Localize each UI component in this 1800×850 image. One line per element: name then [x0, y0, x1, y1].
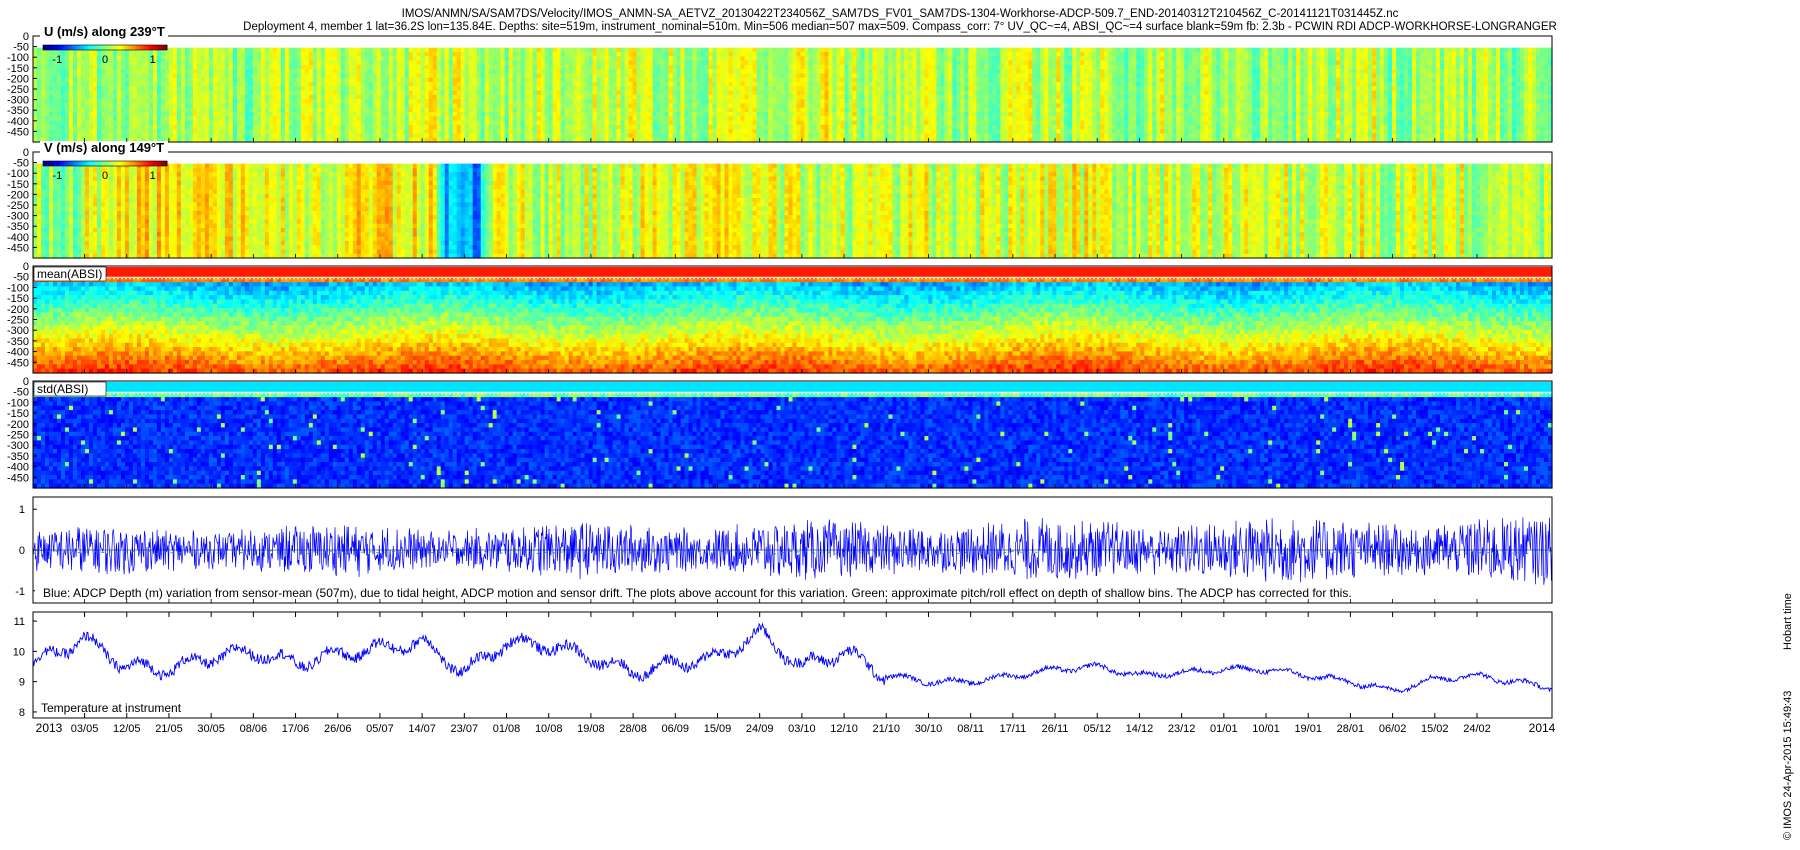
colorbar-tick-label: -1: [52, 170, 62, 182]
y-axis-0: 0-50-100-150-200-250-300-350-400-450: [7, 31, 37, 138]
x-tick-label: 21/10: [872, 723, 900, 735]
chart-canvas: 0-50-100-150-200-250-300-350-400-450-1 0 1…: [0, 0, 1800, 850]
panel-title-1: V (m/s) along 149°T: [44, 140, 164, 155]
std-top-band: [33, 382, 1552, 392]
x-year-end: 2014: [1529, 721, 1556, 735]
x-tick-label: 12/10: [830, 723, 858, 735]
panel-title-0: U (m/s) along 239°T: [44, 24, 165, 39]
x-tick-label: 28/01: [1337, 723, 1365, 735]
y-tick-label: 8: [19, 707, 25, 719]
colorbar-tick-label: 0: [102, 54, 108, 66]
x-tick-label: 17/06: [282, 723, 310, 735]
x-tick-label: 28/08: [619, 723, 647, 735]
x-tick-label: 12/05: [113, 723, 141, 735]
heatmap-3: [33, 382, 1553, 489]
x-tick-label: 01/08: [493, 723, 521, 735]
x-tick-label: 03/10: [788, 723, 816, 735]
x-tick-label: 30/05: [197, 723, 225, 735]
x-tick-label: 21/05: [155, 723, 183, 735]
panel-title-box-2: mean(ABSI): [34, 267, 106, 281]
x-tick-label: 19/01: [1294, 723, 1322, 735]
x-tick-label: 06/02: [1379, 723, 1407, 735]
x-tick-label: 10/08: [535, 723, 563, 735]
x-tick-label: 14/12: [1126, 723, 1154, 735]
temperature-series: [33, 624, 1552, 693]
colorbar-0: -1 0 1 U (m/s) along 239°T: [40, 24, 168, 66]
y-axis-3: 0-50-100-150-200-250-300-350-400-450: [7, 376, 37, 484]
y-tick-label: -450: [7, 472, 29, 484]
y-tick-label: -450: [7, 242, 29, 254]
x-tick-label: 08/11: [957, 723, 984, 735]
y-tick-label: 10: [13, 646, 25, 658]
credit-label: © IMOS 24-Apr-2015 15:49:43: [1782, 691, 1794, 840]
panel-title-box-3: std(ABSI): [34, 382, 106, 396]
panel-title-2: mean(ABSI): [37, 267, 102, 281]
x-tick-label: 26/06: [324, 723, 352, 735]
depth-annotation: Blue: ADCP Depth (m) variation from sens…: [43, 586, 1352, 600]
x-tick-label: 15/09: [704, 723, 732, 735]
x-tick-label: 17/11: [999, 723, 1026, 735]
y-axis-1: 0-50-100-150-200-250-300-350-400-450: [7, 147, 37, 254]
x-tick-label: 14/07: [408, 723, 436, 735]
depth-variation-series: [33, 517, 1552, 585]
pitch-roll-series: [33, 550, 1552, 554]
y-tick-label: -450: [7, 357, 29, 369]
colorbar-tick-label: 1: [150, 54, 156, 66]
colorbar-tick-label: 1: [150, 170, 156, 182]
colorbar-tick-label: -1: [52, 54, 62, 66]
x-tick-label: 08/06: [240, 723, 268, 735]
heatmap-0: [33, 48, 1553, 143]
x-tick-label: 06/09: [662, 723, 690, 735]
x-tick-label: 24/09: [746, 723, 774, 735]
y-tick-label: 11: [14, 616, 25, 628]
y-axis-2: 0-50-100-150-200-250-300-350-400-450: [7, 261, 37, 369]
panel-title-3: std(ABSI): [37, 382, 88, 396]
y-tick-label: 9: [19, 677, 25, 689]
x-tick-label: 10/01: [1252, 723, 1280, 735]
colorbar-1: -1 0 1 V (m/s) along 149°T: [40, 140, 168, 182]
colorbar-tick-label: 0: [102, 170, 108, 182]
x-year-start: 2013: [36, 721, 63, 735]
heatmap-2: [33, 267, 1553, 374]
x-tick-label: 01/01: [1210, 723, 1238, 735]
x-tick-label: 05/07: [366, 723, 394, 735]
credit-label-wrap: © IMOS 24-Apr-2015 15:49:43: [1782, 420, 1796, 840]
x-tick-label: 30/10: [915, 723, 943, 735]
x-tick-label: 23/12: [1168, 723, 1196, 735]
x-ticks: [85, 612, 1477, 718]
x-tick-label: 24/02: [1463, 723, 1491, 735]
x-tick-label: 15/02: [1421, 723, 1449, 735]
heatmap-1: [33, 164, 1553, 259]
x-tick-label: 26/11: [1042, 723, 1069, 735]
y-tick-label: 1: [19, 504, 25, 516]
y-tick-label: -1: [15, 586, 25, 598]
y-tick-label: -450: [7, 126, 29, 138]
x-tick-label: 05/12: [1083, 723, 1111, 735]
temperature-annotation: Temperature at instrument: [41, 701, 182, 715]
x-tick-label: 03/05: [71, 723, 99, 735]
y-tick-label: 0: [19, 545, 25, 557]
x-tick-label: 23/07: [451, 723, 479, 735]
x-tick-label: 19/08: [577, 723, 605, 735]
mean-top-band: [33, 267, 1552, 277]
x-axis-labels: 03/05 12/05 21/05 30/05 08/06 17/06 26/06 05/07…: [36, 721, 1556, 735]
